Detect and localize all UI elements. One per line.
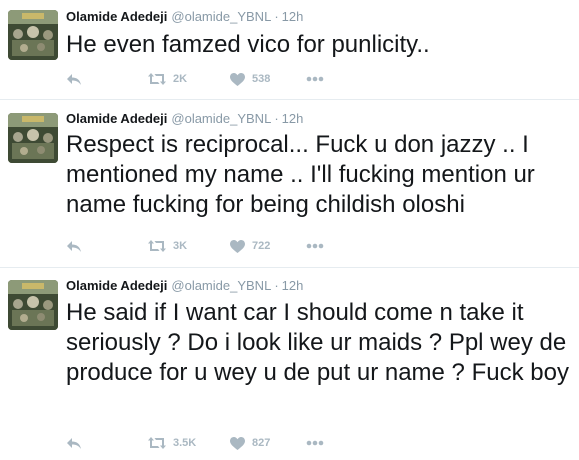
tweet-header: Olamide Adedeji @olamide_YBNL · 12h <box>66 277 303 295</box>
user-handle[interactable]: @olamide_YBNL <box>171 111 271 126</box>
user-handle[interactable]: @olamide_YBNL <box>171 278 271 293</box>
separator-dot: · <box>274 111 279 126</box>
tweet[interactable]: Olamide Adedeji @olamide_YBNL · 12h He said… <box>0 267 579 460</box>
user-handle[interactable]: @olamide_YBNL <box>171 9 271 24</box>
more-button[interactable] <box>306 70 324 88</box>
retweet-count: 3K <box>173 240 188 252</box>
heart-icon <box>230 436 245 450</box>
more-icon <box>306 76 324 82</box>
more-icon <box>306 243 324 249</box>
separator-dot: · <box>274 9 279 24</box>
retweet-count: 3.5K <box>173 437 197 449</box>
retweet-button[interactable]: 3K <box>148 237 187 255</box>
tweet-header: Olamide Adedeji @olamide_YBNL · 12h <box>66 8 303 26</box>
retweet-button[interactable]: 2K <box>148 70 187 88</box>
reply-icon <box>66 72 82 86</box>
separator-dot: · <box>274 278 279 293</box>
reply-button[interactable] <box>66 70 82 88</box>
like-button[interactable]: 827 <box>230 434 270 452</box>
retweet-icon <box>148 437 166 449</box>
retweet-count: 2K <box>173 73 188 85</box>
heart-icon <box>230 72 245 86</box>
timestamp[interactable]: 12h <box>282 9 304 24</box>
heart-icon <box>230 239 245 253</box>
reply-icon <box>66 436 82 450</box>
reply-button[interactable] <box>66 434 82 452</box>
like-count: 722 <box>252 240 271 252</box>
tweet-text: He even famzed vico for punlicity.. <box>66 31 430 58</box>
avatar[interactable] <box>8 280 58 330</box>
more-icon <box>306 440 324 446</box>
tweet-actions: 2K 538 <box>66 70 366 88</box>
tweet-actions: 3K 722 <box>66 237 366 255</box>
display-name[interactable]: Olamide Adedeji <box>66 9 167 24</box>
like-button[interactable]: 538 <box>230 70 270 88</box>
tweet[interactable]: Olamide Adedeji @olamide_YBNL · 12h Respect… <box>0 99 579 267</box>
reply-button[interactable] <box>66 237 82 255</box>
tweet-header: Olamide Adedeji @olamide_YBNL · 12h <box>66 110 303 128</box>
retweet-icon <box>148 240 166 252</box>
avatar[interactable] <box>8 10 58 60</box>
tweet-text: Respect is reciprocal... Fuck u don jazz… <box>66 131 535 218</box>
timestamp[interactable]: 12h <box>282 278 304 293</box>
retweet-icon <box>148 73 166 85</box>
timestamp[interactable]: 12h <box>282 111 304 126</box>
display-name[interactable]: Olamide Adedeji <box>66 111 167 126</box>
display-name[interactable]: Olamide Adedeji <box>66 278 167 293</box>
tweet-text: He said if I want car I should come n ta… <box>66 299 569 386</box>
reply-icon <box>66 239 82 253</box>
more-button[interactable] <box>306 434 324 452</box>
tweet[interactable]: Olamide Adedeji @olamide_YBNL · 12h He even… <box>0 0 579 99</box>
like-count: 827 <box>252 437 271 449</box>
avatar[interactable] <box>8 113 58 163</box>
like-count: 538 <box>252 73 271 85</box>
like-button[interactable]: 722 <box>230 237 270 255</box>
tweet-actions: 3.5K 827 <box>66 434 366 452</box>
retweet-button[interactable]: 3.5K <box>148 434 196 452</box>
more-button[interactable] <box>306 237 324 255</box>
